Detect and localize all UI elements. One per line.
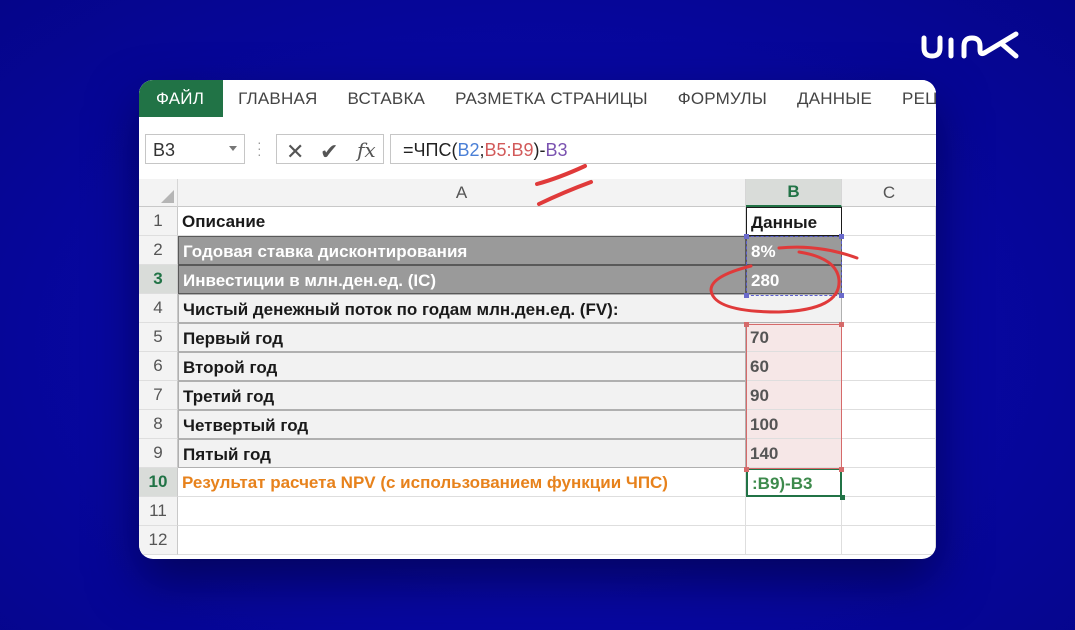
- cell-a7[interactable]: Третий год: [178, 381, 746, 410]
- drag-handle-icon[interactable]: · · ·: [257, 135, 262, 161]
- tab-page-layout[interactable]: РАЗМЕТКА СТРАНИЦЫ: [440, 80, 663, 117]
- cell-b9[interactable]: 140: [746, 439, 842, 468]
- cell-c10[interactable]: [842, 468, 936, 497]
- tab-insert[interactable]: ВСТАВКА: [332, 80, 440, 117]
- table-row: 10 Результат расчета NPV (с использовани…: [139, 468, 936, 497]
- formula-bar: B3 · · · ✕ ✔ fx =ЧПС(B2;B5:B9)-B3: [139, 131, 936, 167]
- name-box[interactable]: B3: [145, 134, 245, 164]
- spreadsheet-grid: A B C 1 Описание Данные 2 Годовая ставка…: [139, 179, 936, 559]
- cell-a8[interactable]: Четвертый год: [178, 410, 746, 439]
- row-header[interactable]: 12: [139, 526, 178, 555]
- range-handle[interactable]: [744, 467, 749, 472]
- formula-ref-b5-b9: B5:B9: [484, 140, 534, 160]
- row-header[interactable]: 7: [139, 381, 178, 410]
- table-row: 2 Годовая ставка дисконтирования 8%: [139, 236, 936, 265]
- cell-b6[interactable]: 60: [746, 352, 842, 381]
- row-header[interactable]: 8: [139, 410, 178, 439]
- fill-handle[interactable]: [840, 495, 845, 500]
- column-header-a[interactable]: A: [178, 179, 746, 207]
- range-handle[interactable]: [744, 293, 749, 298]
- tab-review[interactable]: РЕЦЕ: [887, 80, 936, 117]
- cell-c6[interactable]: [842, 352, 936, 381]
- check-icon[interactable]: ✔: [320, 139, 338, 165]
- cell-c5[interactable]: [842, 323, 936, 352]
- cell-b7[interactable]: 90: [746, 381, 842, 410]
- tab-data[interactable]: ДАННЫЕ: [782, 80, 887, 117]
- range-handle[interactable]: [839, 322, 844, 327]
- ribbon-tabs: ФАЙЛ ГЛАВНАЯ ВСТАВКА РАЗМЕТКА СТРАНИЦЫ Ф…: [139, 80, 936, 117]
- table-row: 5 Первый год 70: [139, 323, 936, 352]
- table-row: 11: [139, 497, 936, 526]
- table-row: 6 Второй год 60: [139, 352, 936, 381]
- cell-c11[interactable]: [842, 497, 936, 526]
- row-header[interactable]: 9: [139, 439, 178, 468]
- tab-formulas[interactable]: ФОРМУЛЫ: [663, 80, 782, 117]
- tab-home[interactable]: ГЛАВНАЯ: [223, 80, 332, 117]
- column-header-b[interactable]: B: [746, 179, 842, 207]
- table-row: 12: [139, 526, 936, 555]
- select-all-corner[interactable]: [139, 179, 178, 207]
- cell-b5[interactable]: 70: [746, 323, 842, 352]
- tab-file[interactable]: ФАЙЛ: [139, 80, 224, 117]
- row-header[interactable]: 3: [139, 265, 178, 294]
- cell-c4[interactable]: [842, 294, 936, 323]
- formula-ref-b3: B3: [545, 140, 568, 160]
- range-handle[interactable]: [744, 234, 749, 239]
- range-handle[interactable]: [839, 293, 844, 298]
- cell-a10[interactable]: Результат расчета NPV (с использованием …: [178, 468, 746, 497]
- cell-c7[interactable]: [842, 381, 936, 410]
- formula-ref-b2: B2: [457, 140, 480, 160]
- row-header[interactable]: 5: [139, 323, 178, 352]
- table-row: 9 Пятый год 140: [139, 439, 936, 468]
- range-handle[interactable]: [744, 322, 749, 327]
- row-header[interactable]: 1: [139, 207, 178, 236]
- row-header[interactable]: 11: [139, 497, 178, 526]
- table-row: 3 Инвестиции в млн.ден.ед. (IC) 280: [139, 265, 936, 294]
- cell-a3[interactable]: Инвестиции в млн.ден.ед. (IC): [178, 265, 746, 294]
- table-row: 4 Чистый денежный поток по годам млн.ден…: [139, 294, 936, 323]
- formula-part: )-: [533, 140, 546, 160]
- cell-b1[interactable]: Данные: [746, 207, 842, 236]
- cell-b8[interactable]: 100: [746, 410, 842, 439]
- cell-b12[interactable]: [746, 526, 842, 555]
- formula-input[interactable]: =ЧПС(B2;B5:B9)-B3: [390, 134, 936, 164]
- cell-a9[interactable]: Пятый год: [178, 439, 746, 468]
- cell-a11[interactable]: [178, 497, 746, 526]
- name-box-value: B3: [153, 140, 176, 160]
- cell-a1[interactable]: Описание: [178, 207, 746, 236]
- row-header[interactable]: 10: [139, 468, 178, 497]
- cell-a5[interactable]: Первый год: [178, 323, 746, 352]
- cell-b2[interactable]: 8%: [746, 236, 842, 265]
- cell-c1[interactable]: [842, 207, 936, 236]
- select-all-icon: [161, 190, 174, 203]
- table-row: 7 Третий год 90: [139, 381, 936, 410]
- brand-logo: [921, 31, 1019, 59]
- table-row: 1 Описание Данные: [139, 207, 936, 236]
- cell-a12[interactable]: [178, 526, 746, 555]
- cell-c3[interactable]: [842, 265, 936, 294]
- cell-a4[interactable]: Чистый денежный поток по годам млн.ден.е…: [178, 294, 842, 323]
- close-icon[interactable]: ✕: [286, 139, 304, 165]
- cell-b11[interactable]: [746, 497, 842, 526]
- cell-a2[interactable]: Годовая ставка дисконтирования: [178, 236, 746, 265]
- cell-c2[interactable]: [842, 236, 936, 265]
- cell-a6[interactable]: Второй год: [178, 352, 746, 381]
- row-header[interactable]: 6: [139, 352, 178, 381]
- fx-icon[interactable]: fx: [357, 138, 376, 162]
- formula-buttons: ✕ ✔ fx: [276, 134, 384, 164]
- column-header-c[interactable]: C: [842, 179, 936, 207]
- cell-c9[interactable]: [842, 439, 936, 468]
- table-row: 8 Четвертый год 100: [139, 410, 936, 439]
- cell-c12[interactable]: [842, 526, 936, 555]
- range-handle[interactable]: [839, 234, 844, 239]
- row-header[interactable]: 2: [139, 236, 178, 265]
- row-header[interactable]: 4: [139, 294, 178, 323]
- chevron-down-icon[interactable]: [229, 146, 237, 151]
- excel-window: ФАЙЛ ГЛАВНАЯ ВСТАВКА РАЗМЕТКА СТРАНИЦЫ Ф…: [139, 80, 936, 559]
- range-handle[interactable]: [839, 467, 844, 472]
- formula-part: =ЧПС(: [403, 140, 458, 160]
- cell-c8[interactable]: [842, 410, 936, 439]
- cell-b10[interactable]: :B9)-B3: [746, 468, 842, 497]
- cell-b3[interactable]: 280: [746, 265, 842, 294]
